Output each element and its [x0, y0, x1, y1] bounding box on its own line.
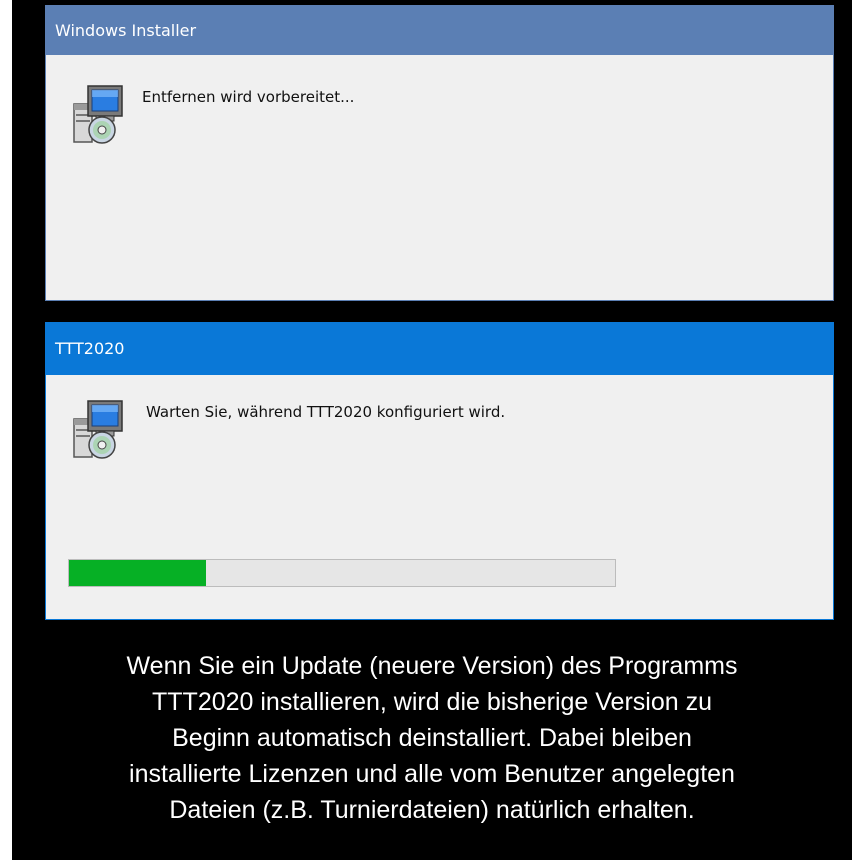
ttt2020-title: TTT2020 — [55, 339, 125, 358]
caption-line: Dateien (z.B. Turnierdateien) natürlich … — [169, 796, 695, 824]
caption-line: Wenn Sie ein Update (neuere Version) des… — [126, 652, 738, 680]
ttt2020-title-bar[interactable]: TTT2020 — [46, 323, 833, 375]
installer-status-message: Entfernen wird vorbereitet... — [142, 88, 355, 106]
caption-line: installierte Lizenzen und alle vom Benut… — [129, 760, 735, 788]
ttt2020-status-message: Warten Sie, während TTT2020 konfiguriert… — [146, 403, 506, 421]
installer-package-icon — [73, 400, 123, 459]
installer-title: Windows Installer — [55, 21, 197, 40]
progress-bar-fill — [69, 560, 206, 586]
progress-bar — [68, 559, 616, 587]
caption-line: Beginn automatisch deinstalliert. Dabei … — [172, 724, 692, 752]
caption-text: Wenn Sie ein Update (neuere Version) des… — [12, 648, 852, 828]
caption-line: TTT2020 installieren, wird die bisherige… — [152, 688, 712, 716]
installer-title-bar[interactable]: Windows Installer — [46, 6, 833, 55]
installer-package-icon — [73, 85, 123, 144]
windows-installer-dialog: Windows Installer Entfernen wird vorbere… — [45, 5, 834, 301]
ttt2020-dialog: TTT2020 Warten Sie, während TTT2020 konf… — [45, 322, 834, 620]
